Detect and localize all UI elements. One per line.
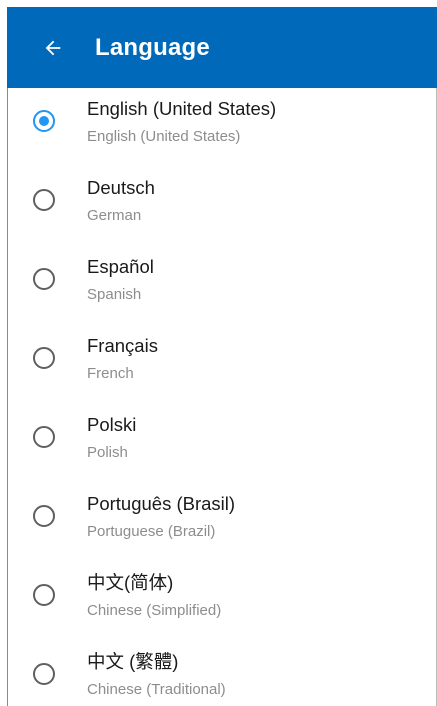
- radio-button[interactable]: [33, 268, 55, 290]
- language-list: English (United States) English (United …: [7, 88, 437, 706]
- language-option-0[interactable]: English (United States) English (United …: [7, 88, 437, 167]
- language-option-4[interactable]: Polski Polish: [7, 404, 437, 483]
- radio-button[interactable]: [33, 189, 55, 211]
- language-english-name: German: [87, 207, 142, 224]
- language-name: Português (Brasil): [87, 493, 236, 514]
- language-option-2[interactable]: Español Spanish: [7, 246, 437, 325]
- language-english-name: Polish: [87, 444, 128, 461]
- language-name: Deutsch: [87, 177, 155, 198]
- page-title: Language: [95, 33, 210, 61]
- language-name: Español: [87, 256, 154, 277]
- radio-button[interactable]: [33, 110, 55, 132]
- language-english-name: Chinese (Simplified): [87, 602, 222, 619]
- language-option-3[interactable]: Français French: [7, 325, 437, 404]
- language-english-name: Portuguese (Brazil): [87, 523, 216, 540]
- radio-button[interactable]: [33, 663, 55, 685]
- language-name: English (United States): [87, 98, 277, 119]
- language-name: 中文(简体): [87, 572, 174, 593]
- language-option-1[interactable]: Deutsch German: [7, 167, 437, 246]
- language-name: Français: [87, 335, 158, 356]
- language-name: 中文 (繁體): [87, 651, 179, 672]
- language-option-6[interactable]: 中文(简体) Chinese (Simplified): [7, 562, 437, 641]
- radio-button[interactable]: [33, 584, 55, 606]
- language-english-name: French: [87, 365, 134, 382]
- language-english-name: Chinese (Traditional): [87, 681, 226, 698]
- app-bar: Language: [7, 7, 437, 88]
- language-name: Polski: [87, 414, 137, 435]
- language-english-name: English (United States): [87, 128, 241, 145]
- radio-button[interactable]: [33, 347, 55, 369]
- back-button[interactable]: [23, 18, 83, 78]
- arrow-left-icon: [45, 40, 61, 55]
- language-option-5[interactable]: Português (Brasil) Portuguese (Brazil): [7, 483, 437, 562]
- language-option-7[interactable]: 中文 (繁體) Chinese (Traditional): [7, 641, 437, 706]
- language-screen: Language English (United States) English…: [0, 0, 437, 706]
- radio-button[interactable]: [33, 505, 55, 527]
- language-english-name: Spanish: [87, 286, 142, 303]
- radio-button[interactable]: [33, 426, 55, 448]
